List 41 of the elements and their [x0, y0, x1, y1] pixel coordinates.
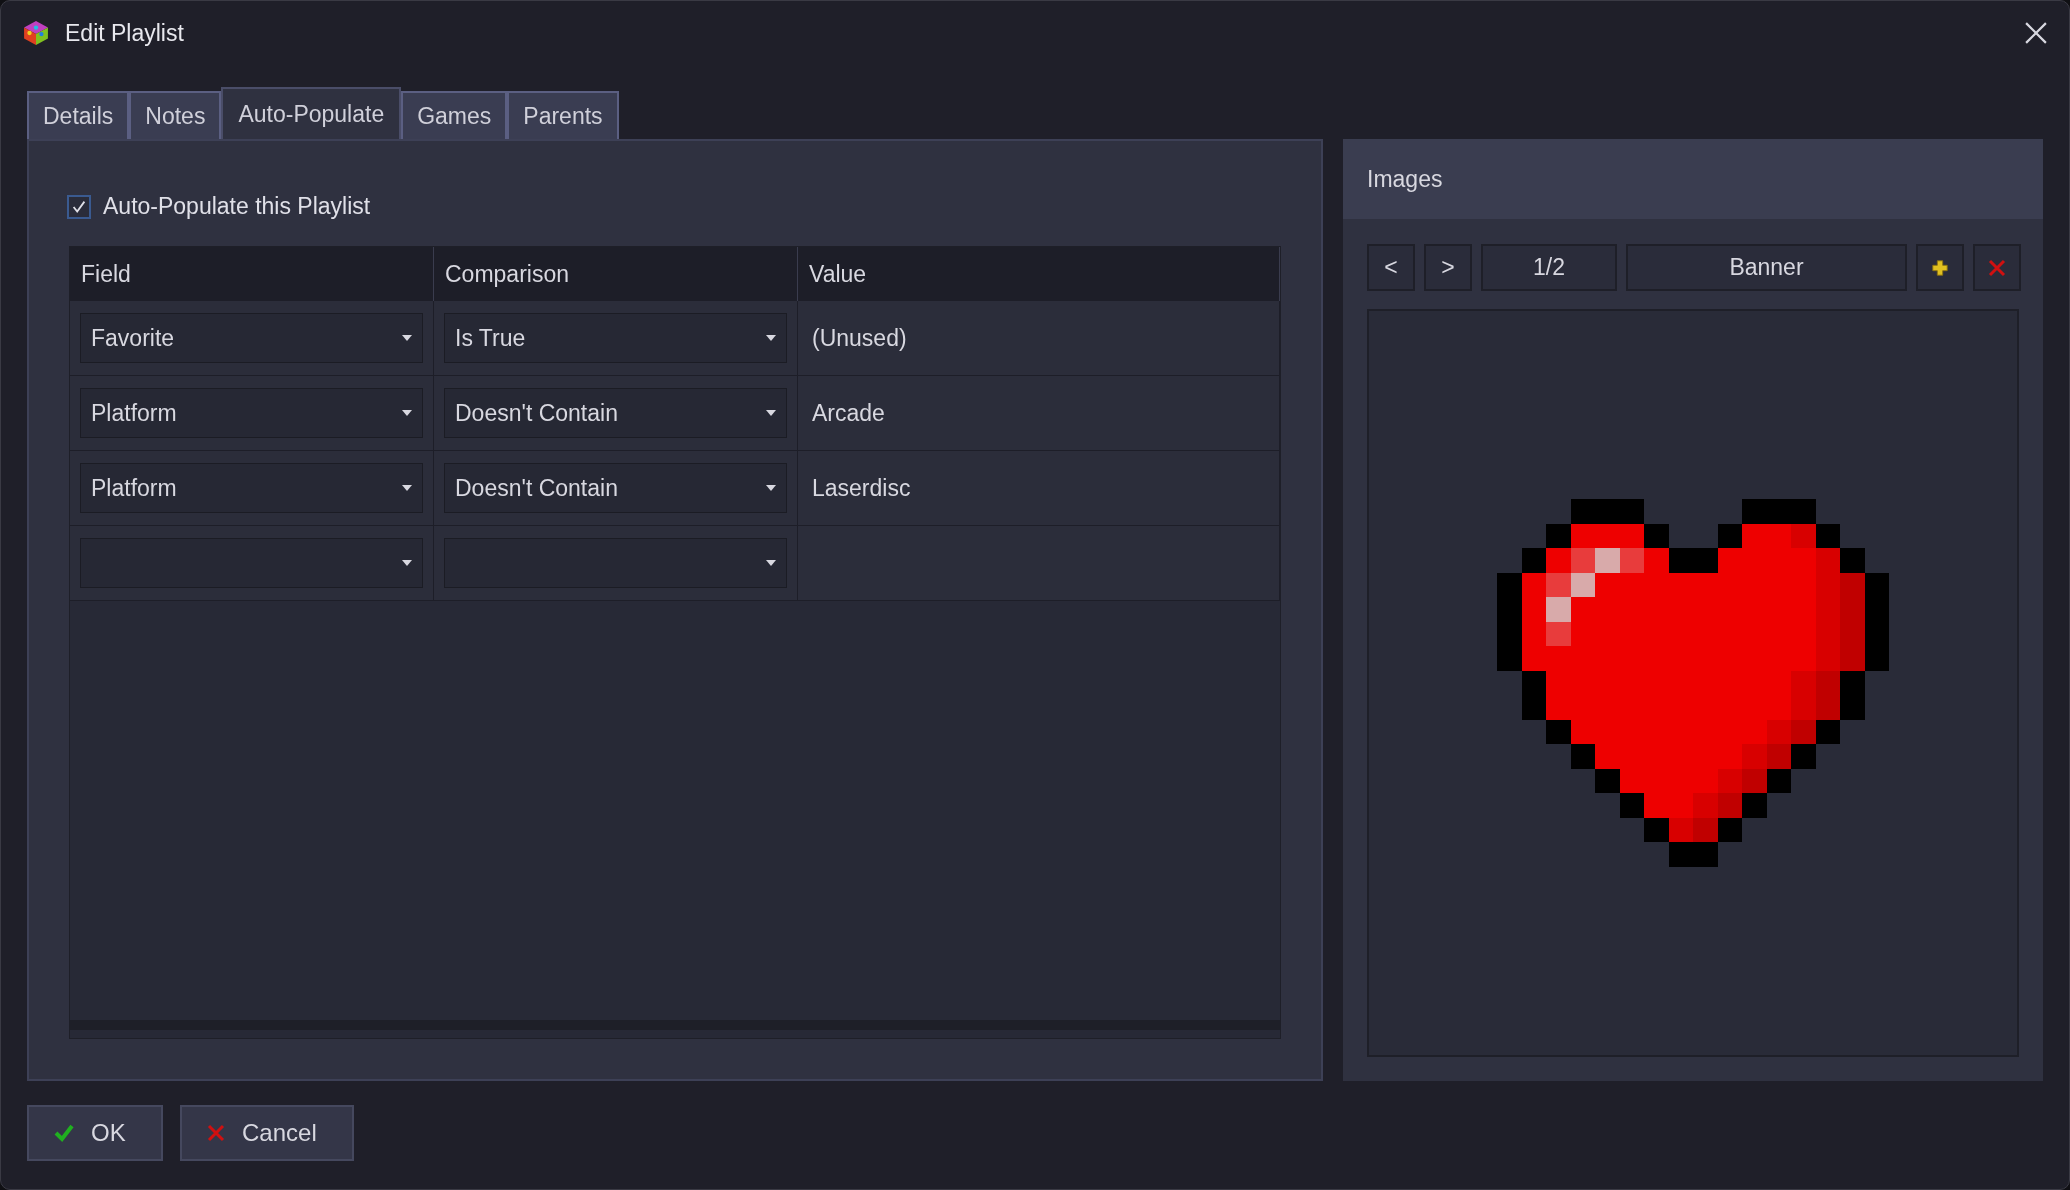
plus-icon [1931, 258, 1949, 277]
dropdown-caret-icon [766, 485, 776, 491]
tab[interactable]: Games [401, 91, 508, 139]
next-button[interactable]: > [1424, 244, 1472, 291]
previous-button[interactable]: < [1367, 244, 1415, 291]
cube-icon [23, 20, 49, 46]
x-icon [1987, 257, 2007, 278]
dropdown[interactable]: Is True [444, 313, 787, 363]
check-icon [53, 1123, 75, 1143]
add-button[interactable] [1916, 244, 1964, 291]
close-icon[interactable] [2025, 22, 2047, 44]
dropdown-caret-icon [766, 560, 776, 566]
scrollbar[interactable] [70, 1020, 1280, 1030]
tab[interactable]: Notes [129, 91, 222, 139]
cancel-button[interactable]: Cancel [180, 1105, 354, 1161]
dropdown-caret-icon [766, 410, 776, 416]
dropdown[interactable]: Platform [80, 463, 423, 513]
dropdown-caret-icon [402, 335, 412, 341]
dropdown[interactable]: Doesn't Contain [444, 463, 787, 513]
table-cell: (Unused) [812, 324, 907, 352]
dropdown[interactable]: Favorite [80, 313, 423, 363]
dropdown[interactable]: Platform [80, 388, 423, 438]
tab[interactable]: Details [27, 91, 130, 139]
tab[interactable]: Auto-Populate [221, 87, 402, 139]
checkbox-label[interactable]: Auto-Populate this Playlist [103, 193, 371, 220]
dropdown-caret-icon [402, 560, 412, 566]
image-counter: 1/2 [1481, 244, 1617, 291]
table-cell: Arcade [812, 399, 885, 427]
table-cell: Laserdisc [812, 474, 911, 502]
dropdown-caret-icon [402, 410, 412, 416]
x-icon [206, 1123, 226, 1143]
window-title: Edit Playlist [65, 19, 184, 47]
delete-button[interactable] [1973, 244, 2021, 291]
ok-button[interactable]: OK [27, 1105, 163, 1161]
dropdown[interactable]: Doesn't Contain [444, 388, 787, 438]
dropdown-caret-icon [402, 485, 412, 491]
tab[interactable]: Parents [507, 91, 619, 139]
checkbox[interactable] [67, 194, 91, 219]
image-type-button[interactable]: Banner [1626, 244, 1907, 291]
dropdown-caret-icon [766, 335, 776, 341]
panel-title: Images [1367, 165, 1443, 193]
